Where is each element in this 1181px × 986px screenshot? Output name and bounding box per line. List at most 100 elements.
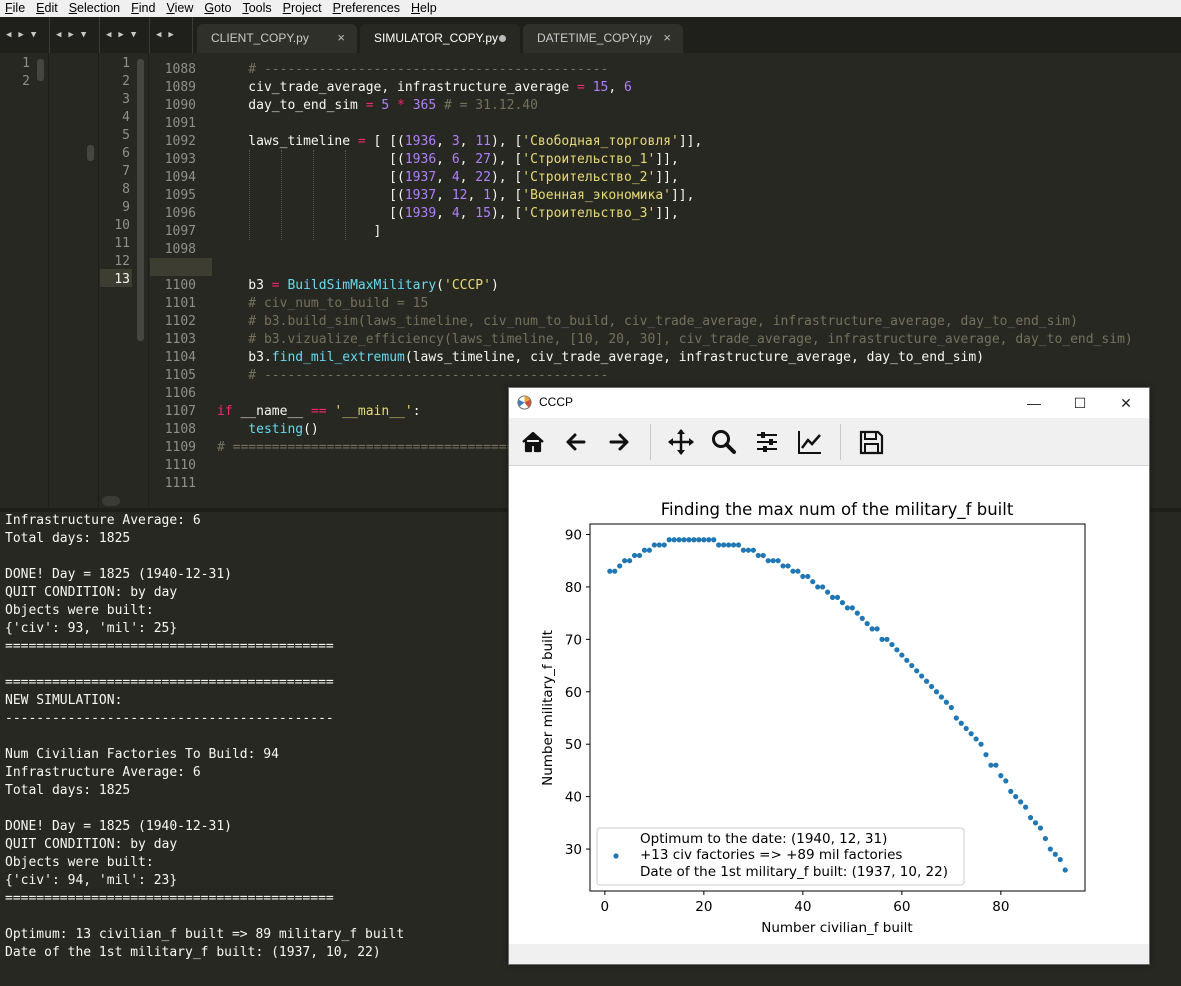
line-number: 1089 — [164, 80, 196, 95]
y-tick-label: 60 — [565, 685, 582, 701]
data-point — [790, 568, 796, 574]
line-number: 5 — [122, 128, 130, 143]
data-point — [810, 579, 816, 585]
data-point — [676, 537, 682, 543]
axes-edit-icon[interactable] — [794, 426, 826, 458]
code-line: # --------------------------------------… — [217, 62, 609, 77]
data-point — [993, 762, 999, 768]
menu-edit[interactable]: Edit — [31, 0, 58, 17]
data-point — [735, 542, 742, 548]
scrollbar[interactable] — [87, 145, 94, 161]
figure-window[interactable]: CCCP — ☐ ✕ Finding the max num of the mi… — [508, 387, 1150, 965]
data-point — [864, 621, 870, 627]
code-line: # --------------------------------------… — [217, 368, 609, 383]
data-point — [1052, 851, 1058, 857]
nav-arrows-4[interactable]: ◀ ▶ — [150, 17, 174, 53]
line-number: 12 — [114, 254, 130, 269]
line-number: 1105 — [164, 368, 196, 383]
line-number: 7 — [122, 164, 130, 179]
menu-find[interactable]: Find — [126, 0, 155, 17]
data-point — [686, 537, 692, 543]
data-point — [829, 594, 836, 600]
close-button[interactable]: ✕ — [1103, 388, 1149, 418]
chart-title: Finding the max num of the military_f bu… — [661, 500, 1014, 520]
data-point — [775, 558, 781, 564]
zoom-icon[interactable] — [708, 426, 740, 458]
menu-help[interactable]: Help — [406, 0, 437, 17]
data-point — [815, 584, 821, 590]
figure-status-bar — [509, 944, 1149, 964]
tab-client-copy-py[interactable]: CLIENT_COPY.py × — [197, 24, 357, 53]
menu-project[interactable]: Project — [278, 0, 322, 17]
close-tab-icon[interactable]: × — [337, 24, 345, 52]
figure-title-bar[interactable]: CCCP — ☐ ✕ — [509, 388, 1149, 418]
nav-arrows-3[interactable]: ◀ ▶ ▼ — [100, 17, 136, 53]
data-point — [869, 626, 875, 632]
code-line: [(1937, 4, 22), ['Строительство_2']], — [217, 170, 679, 185]
data-point — [983, 752, 989, 758]
x-axis-label: Number civilian_f built — [761, 920, 912, 936]
data-point — [795, 568, 801, 574]
data-point — [1057, 856, 1063, 863]
plot-canvas[interactable]: Finding the max num of the military_f bu… — [509, 466, 1149, 944]
x-tick-label: 80 — [992, 899, 1009, 915]
data-point — [958, 720, 964, 726]
tab-datetime-copy-py[interactable]: DATETIME_COPY.py × — [523, 24, 683, 53]
menu-tools[interactable]: Tools — [237, 0, 271, 17]
data-point — [1023, 804, 1029, 810]
nav-arrows-2[interactable]: ◀ ▶ ▼ — [50, 17, 86, 53]
data-point — [839, 600, 846, 606]
scrollbar[interactable] — [37, 59, 44, 81]
close-tab-icon[interactable]: × — [663, 24, 671, 52]
editor-pane-3[interactable]: 1 2 3 4 5 6 7 8 9 10 11 12 13 — [100, 53, 149, 508]
minimize-button[interactable]: — — [1011, 388, 1057, 418]
x-axis: 0 20 40 60 80 — [601, 891, 1009, 915]
line-number: 1092 — [164, 134, 196, 149]
console-line: Infrastructure Average: 6 — [5, 513, 201, 528]
back-icon[interactable] — [560, 426, 592, 458]
data-point — [1013, 794, 1019, 800]
console-line: Infrastructure Average: 6 — [5, 765, 201, 780]
data-point — [1047, 846, 1053, 852]
data-point — [696, 537, 702, 543]
modified-dot-icon[interactable] — [499, 35, 506, 42]
tab-simulator-copy-py[interactable]: SIMULATOR_COPY.py — [360, 24, 520, 53]
data-point — [780, 563, 786, 569]
pan-icon[interactable] — [665, 426, 697, 458]
h-scrollbar[interactable] — [102, 496, 120, 506]
data-point — [706, 537, 712, 543]
data-point — [636, 552, 643, 559]
code-line: ] — [217, 224, 382, 239]
configure-icon[interactable] — [751, 426, 783, 458]
legend-marker — [613, 853, 619, 859]
menu-selection[interactable]: Selection — [64, 0, 120, 17]
data-point — [646, 547, 652, 553]
data-point — [899, 652, 905, 658]
forward-icon[interactable] — [603, 426, 635, 458]
nav-arrows-1[interactable]: ◀ ▶ ▼ — [0, 17, 36, 53]
menu-file[interactable]: File — [0, 0, 25, 17]
y-tick-label: 80 — [565, 580, 582, 596]
data-point — [859, 615, 865, 621]
maximize-button[interactable]: ☐ — [1057, 388, 1103, 418]
menu-goto[interactable]: Goto — [199, 0, 231, 17]
line-number: 3 — [122, 92, 130, 107]
data-point — [740, 547, 747, 553]
x-tick-label: 60 — [893, 899, 910, 915]
menu-view[interactable]: View — [161, 0, 193, 17]
data-point — [1042, 835, 1048, 842]
legend-line-3: Date of the 1st military_f built: (1937,… — [640, 864, 948, 880]
home-icon[interactable] — [517, 426, 549, 458]
line-number: 1098 — [164, 242, 196, 257]
menu-preferences[interactable]: Preferences — [328, 0, 400, 17]
save-icon[interactable] — [855, 426, 887, 458]
line-number: 1097 — [164, 224, 196, 239]
editor-pane-1[interactable]: 12 — [0, 53, 49, 508]
line-number: 11 — [114, 236, 130, 251]
scrollbar[interactable] — [137, 59, 144, 341]
code-line: [(1937, 12, 1), ['Военная_экономика']], — [217, 188, 695, 203]
data-point — [963, 725, 969, 732]
